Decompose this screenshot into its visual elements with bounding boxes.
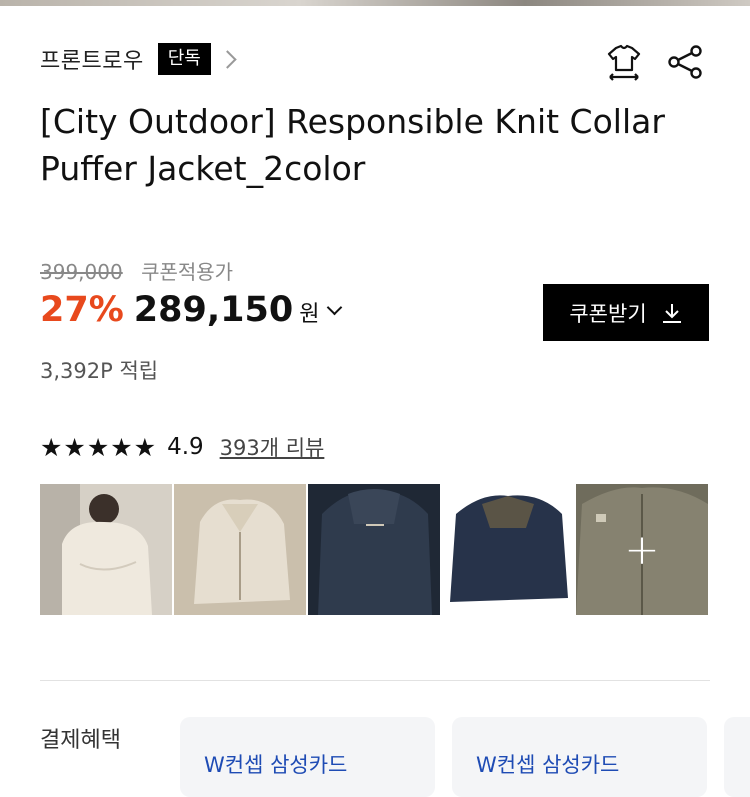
get-coupon-label: 쿠폰받기 — [569, 301, 647, 326]
thumbnail-4[interactable] — [442, 484, 574, 615]
top-image-strip — [0, 0, 750, 6]
share-button[interactable] — [665, 42, 705, 82]
thumbnail-3[interactable] — [308, 484, 440, 615]
product-title: [City Outdoor] Responsible Knit Collar P… — [40, 102, 665, 188]
rating-row: ★★★★★ 4.9 393개 리뷰 — [40, 432, 324, 462]
review-count-link[interactable]: 393개 리뷰 — [220, 432, 325, 462]
benefit-card-3-partial[interactable] — [724, 717, 750, 797]
sale-price: 289,150 — [133, 290, 294, 330]
section-divider — [40, 680, 710, 681]
plus-icon: + — [624, 524, 660, 574]
thumbnail-1[interactable] — [40, 484, 172, 615]
thumbnail-5-more[interactable]: + — [576, 484, 708, 615]
exclusive-badge: 단독 — [157, 43, 211, 75]
brand-row[interactable]: 프론트로우 단독 — [40, 42, 237, 76]
get-coupon-button[interactable]: 쿠폰받기 — [543, 284, 709, 341]
chevron-down-icon[interactable] — [327, 299, 343, 316]
sale-price-row[interactable]: 27% 289,150 원 — [40, 290, 343, 330]
tshirt-size-icon — [607, 44, 641, 81]
benefit-card-1[interactable]: W컨셉 삼성카드 — [180, 717, 435, 797]
benefit-card-2[interactable]: W컨셉 삼성카드 — [452, 717, 707, 797]
rating-score: 4.9 — [167, 434, 204, 460]
thumbnail-strip: + — [40, 484, 708, 615]
share-icon — [668, 45, 702, 79]
chevron-right-icon — [218, 49, 237, 69]
original-price: 399,000 — [40, 260, 123, 284]
original-price-row: 399,000 쿠폰적용가 — [40, 256, 233, 285]
reward-points: 3,392P 적립 — [40, 359, 159, 383]
download-icon — [662, 303, 681, 323]
rating-stars: ★★★★★ — [40, 432, 158, 462]
currency-unit: 원 — [299, 302, 320, 327]
coupon-price-note: 쿠폰적용가 — [141, 260, 234, 284]
brand-name[interactable]: 프론트로우 — [40, 43, 144, 75]
payment-benefit-label: 결제혜택 — [40, 728, 121, 753]
discount-rate: 27% — [40, 290, 124, 330]
size-guide-button[interactable] — [604, 42, 644, 82]
thumbnail-2[interactable] — [174, 484, 306, 615]
